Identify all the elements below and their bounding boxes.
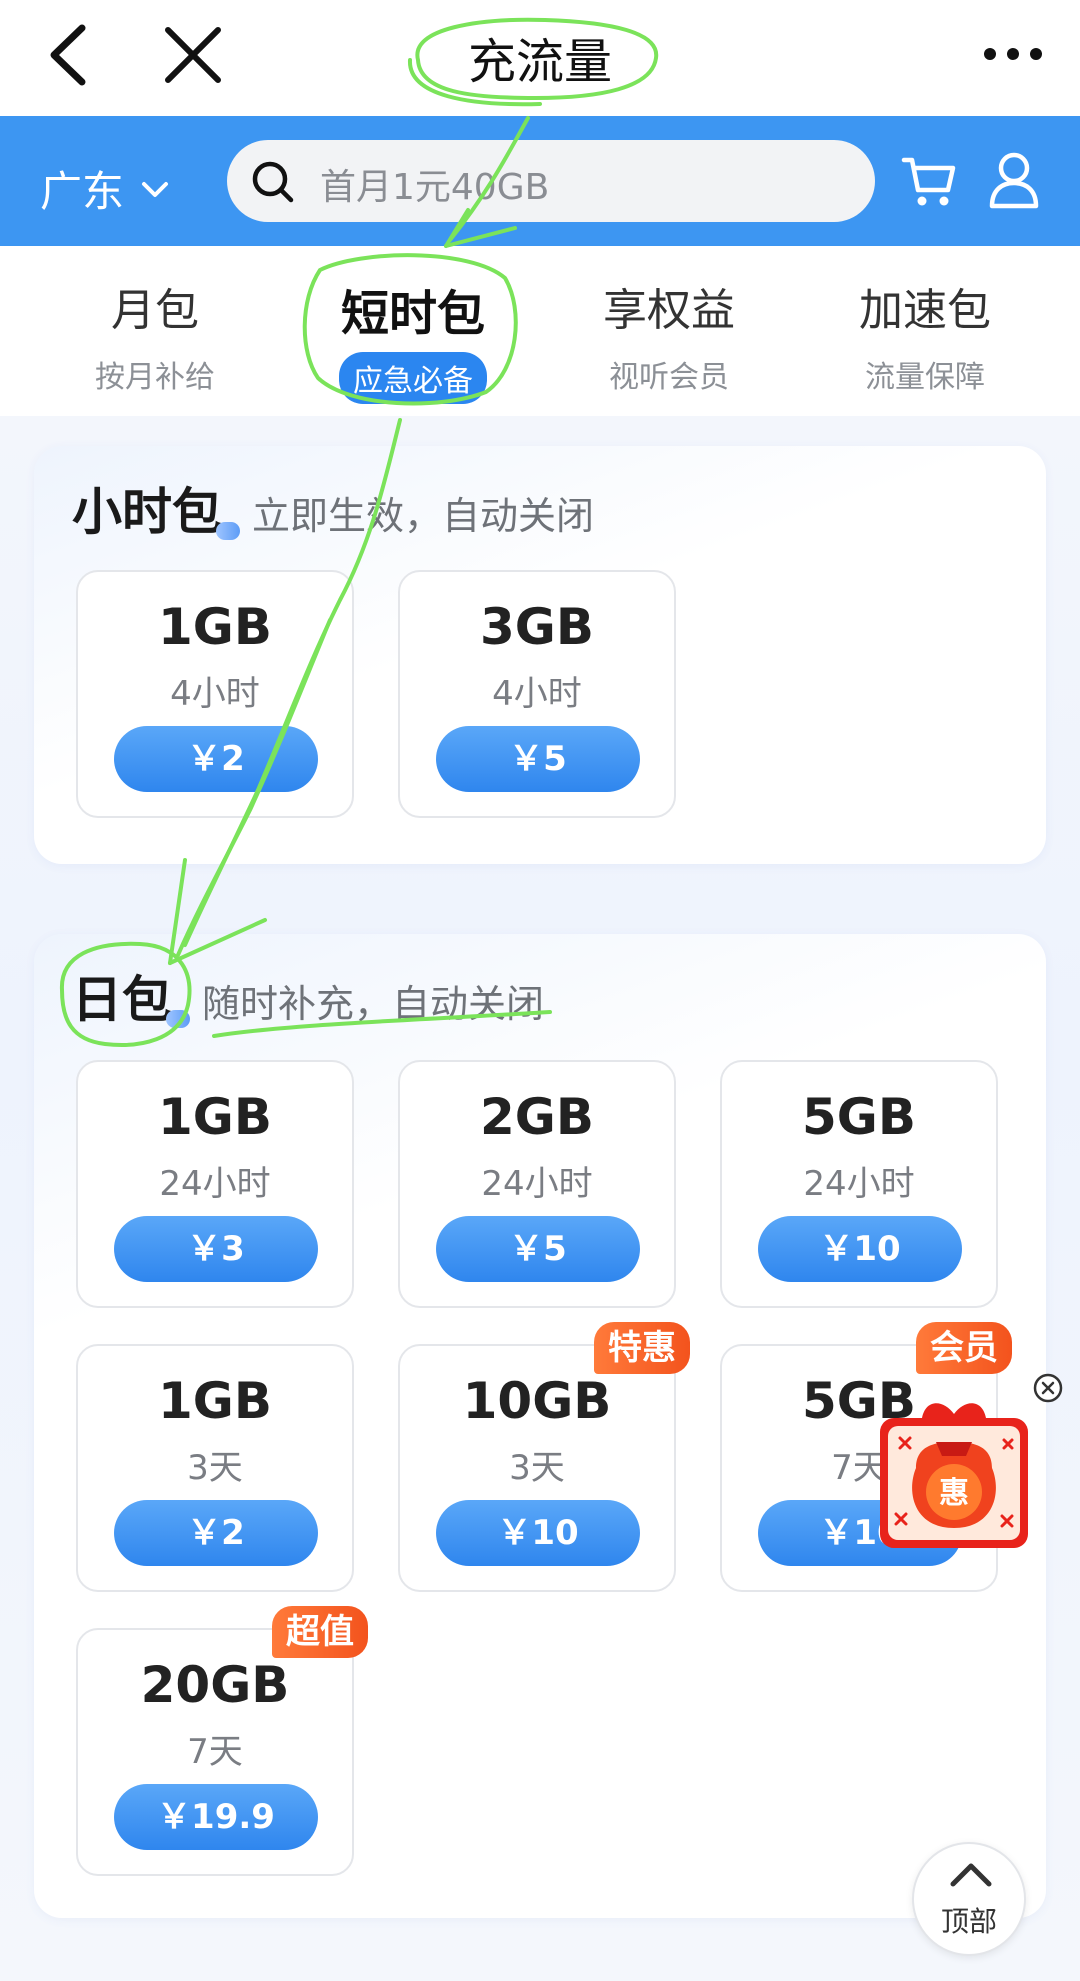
- region-selector[interactable]: 广东: [40, 158, 172, 219]
- user-icon[interactable]: [986, 150, 1042, 210]
- section-title: 日包: [72, 960, 190, 1032]
- duration: 3天: [509, 1448, 565, 1488]
- gift-bag-icon: 惠: [880, 1403, 1028, 1548]
- section-header: 日包 随时补充，自动关闭: [72, 960, 544, 1032]
- duration: 24小时: [159, 1164, 271, 1204]
- package-card[interactable]: 2GB 24小时 ￥5: [398, 1060, 676, 1308]
- data-amount: 2GB: [480, 1088, 594, 1146]
- page-title: 充流量: [467, 34, 612, 90]
- package-card[interactable]: 1GB 24小时 ￥3: [76, 1060, 354, 1308]
- data-amount: 1GB: [158, 598, 272, 656]
- data-amount: 1GB: [158, 1088, 272, 1146]
- buy-button[interactable]: ￥5: [436, 726, 640, 792]
- buy-button[interactable]: ￥5: [436, 1216, 640, 1282]
- package-card[interactable]: 3GB 4小时 ￥5: [398, 570, 676, 818]
- tab-sublabel: 流量保障: [865, 360, 985, 395]
- tab-label: 月包: [111, 285, 199, 336]
- tab-monthly[interactable]: 月包 按月补给: [35, 274, 275, 396]
- duration: 4小时: [492, 674, 582, 714]
- tab-sublabel: 按月补给: [95, 360, 215, 395]
- section-description: 随时补充，自动关闭: [202, 982, 545, 1026]
- category-tabs: 月包 按月补给 短时包 应急必备 享权益 视听会员 加速包 流量保障: [0, 246, 1080, 416]
- search-placeholder: 首月1元40GB: [320, 167, 550, 208]
- back-to-top-label: 顶部: [940, 1905, 997, 1938]
- search-input[interactable]: 首月1元40GB: [227, 140, 875, 222]
- data-amount: 3GB: [480, 598, 594, 656]
- hourly-package-section: 小时包 立即生效，自动关闭 1GB 4小时 ￥2 3GB 4小时 ￥5: [34, 446, 1046, 864]
- package-card[interactable]: 1GB 4小时 ￥2: [76, 570, 354, 818]
- section-description: 立即生效，自动关闭: [252, 494, 595, 538]
- buy-button[interactable]: ￥10: [436, 1500, 640, 1566]
- search-header: 广东 首月1元40GB: [0, 116, 1080, 246]
- package-card[interactable]: 1GB 3天 ￥2: [76, 1344, 354, 1592]
- promo-label: 惠: [939, 1476, 969, 1511]
- duration: 3天: [187, 1448, 243, 1488]
- back-to-top-button[interactable]: 顶部: [912, 1842, 1026, 1956]
- region-label: 广东: [40, 167, 125, 216]
- package-card[interactable]: 特惠 10GB 3天 ￥10: [398, 1322, 690, 1592]
- more-dots-icon[interactable]: [978, 26, 1048, 82]
- tab-label: 享权益: [603, 285, 735, 336]
- promo-close-icon[interactable]: [1032, 1372, 1064, 1404]
- chevron-up-icon: [950, 1863, 992, 1887]
- tab-benefits[interactable]: 享权益 视听会员: [549, 274, 789, 396]
- duration: 4小时: [170, 674, 260, 714]
- section-title: 小时包: [72, 472, 240, 544]
- duration: 24小时: [803, 1164, 915, 1204]
- title-bar: 充流量: [0, 0, 1080, 116]
- buy-button[interactable]: ￥2: [114, 726, 318, 792]
- buy-button[interactable]: ￥10: [758, 1216, 962, 1282]
- data-amount: 20GB: [140, 1656, 290, 1714]
- buy-button[interactable]: ￥3: [114, 1216, 318, 1282]
- value-tag: 超值: [272, 1606, 368, 1658]
- member-tag: 会员: [916, 1322, 1012, 1374]
- tab-short-term[interactable]: 短时包 应急必备: [293, 274, 533, 404]
- chevron-down-icon: [142, 181, 169, 197]
- duration: 7天: [187, 1732, 243, 1772]
- tab-label: 短时包: [340, 286, 485, 342]
- package-card[interactable]: 超值 20GB 7天 ￥19.9: [76, 1606, 368, 1876]
- tab-sublabel: 视听会员: [609, 360, 729, 395]
- promo-gift-badge[interactable]: 惠: [876, 1396, 1032, 1556]
- tab-sublabel: 应急必备: [339, 352, 487, 404]
- data-amount: 5GB: [802, 1088, 916, 1146]
- package-card[interactable]: 5GB 24小时 ￥10: [720, 1060, 998, 1308]
- tab-label: 加速包: [859, 285, 991, 336]
- duration: 24小时: [481, 1164, 593, 1204]
- data-amount: 10GB: [462, 1372, 612, 1430]
- promo-tag: 特惠: [594, 1322, 690, 1374]
- search-icon: [252, 161, 294, 203]
- tab-speed-boost[interactable]: 加速包 流量保障: [805, 274, 1045, 396]
- buy-button[interactable]: ￥2: [114, 1500, 318, 1566]
- data-amount: 1GB: [158, 1372, 272, 1430]
- buy-button[interactable]: ￥19.9: [114, 1784, 318, 1850]
- section-header: 小时包 立即生效，自动关闭: [72, 472, 594, 544]
- cart-icon[interactable]: [900, 152, 958, 210]
